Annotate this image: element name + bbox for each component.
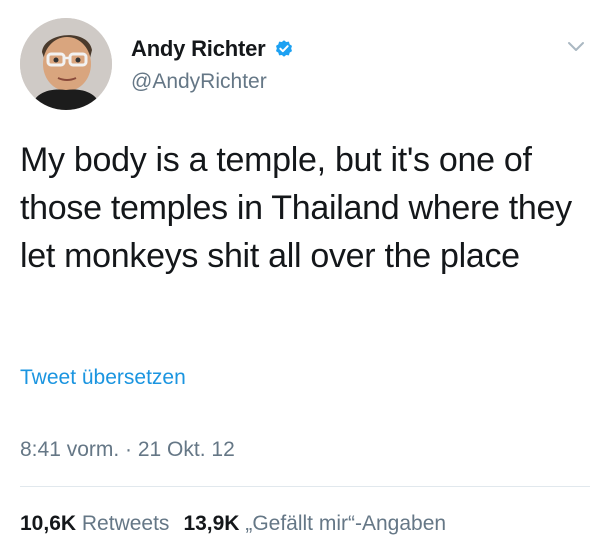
retweets-count: 10,6K bbox=[20, 512, 77, 535]
display-name[interactable]: Andy Richter bbox=[131, 36, 266, 62]
retweets-stat[interactable]: 10,6K Retweets bbox=[20, 512, 169, 536]
retweets-label: Retweets bbox=[81, 512, 170, 535]
chevron-down-icon[interactable] bbox=[564, 34, 588, 58]
verified-badge-icon bbox=[274, 39, 294, 59]
likes-label: „Gefällt mir“-Angaben bbox=[245, 512, 447, 535]
likes-stat[interactable]: 13,9K „Gefällt mir“-Angaben bbox=[183, 512, 446, 536]
author-name-row[interactable]: Andy Richter bbox=[131, 36, 294, 62]
divider bbox=[20, 486, 590, 487]
translate-tweet-link[interactable]: Tweet übersetzen bbox=[20, 366, 186, 390]
tweet-text: My body is a temple, but it's one of tho… bbox=[20, 141, 572, 275]
avatar[interactable] bbox=[20, 18, 112, 110]
tweet-stats: 10,6K Retweets 13,9K „Gefällt mir“-Angab… bbox=[20, 512, 446, 536]
tweet-card: Andy Richter @AndyRichter My body is a t… bbox=[0, 0, 610, 557]
avatar-image bbox=[20, 18, 112, 110]
likes-count: 13,9K bbox=[183, 512, 240, 535]
tweet-timestamp[interactable]: 8:41 vorm. · 21 Okt. 12 bbox=[20, 438, 235, 462]
author-handle[interactable]: @AndyRichter bbox=[131, 70, 267, 94]
